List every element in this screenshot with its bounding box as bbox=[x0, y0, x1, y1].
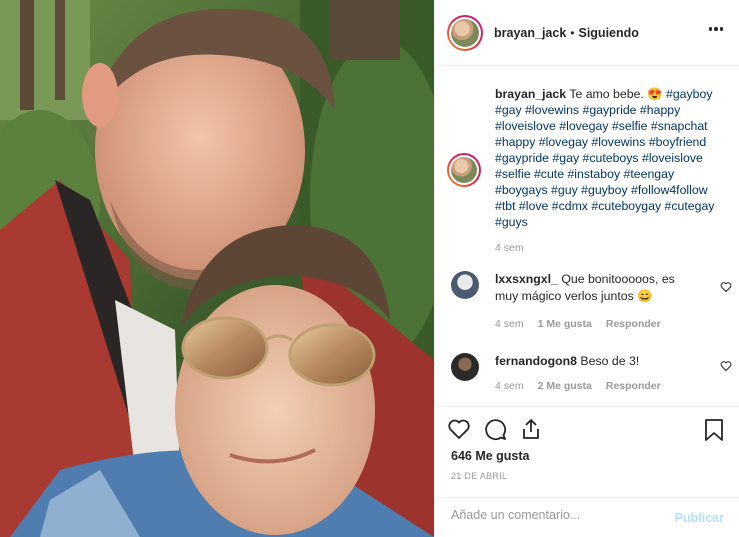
share-icon[interactable] bbox=[519, 417, 543, 441]
post-panel: brayan_jack • Siguiendo brayan_jack Te a… bbox=[434, 0, 739, 537]
post-header: brayan_jack • Siguiendo bbox=[435, 0, 739, 66]
comment-timestamp[interactable]: 4 sem bbox=[495, 380, 524, 392]
avatar-image bbox=[451, 18, 479, 47]
couple-selfie-image bbox=[0, 0, 434, 537]
reply-button[interactable]: Responder bbox=[606, 380, 661, 392]
post-username[interactable]: brayan_jack bbox=[494, 26, 566, 40]
comments-section[interactable]: brayan_jack Te amo bebe. 😍 #gayboy #gay … bbox=[435, 66, 739, 406]
comment-username[interactable]: fernandogon8 bbox=[495, 354, 577, 368]
caption-body: Te amo bebe. 😍 bbox=[569, 87, 663, 101]
heart-icon[interactable] bbox=[447, 417, 471, 441]
comment-heart-icon[interactable] bbox=[720, 360, 732, 372]
commenter-avatar[interactable] bbox=[451, 271, 479, 299]
caption-text: brayan_jack Te amo bebe. 😍 #gayboy #gay … bbox=[495, 86, 725, 230]
comment-meta: 4 sem 2 Me gusta Responder bbox=[495, 380, 661, 392]
comment-text: fernandogon8 Beso de 3! bbox=[495, 353, 695, 370]
caption-username[interactable]: brayan_jack bbox=[495, 87, 566, 101]
reply-button[interactable]: Responder bbox=[606, 318, 661, 330]
comment-likes[interactable]: 2 Me gusta bbox=[538, 380, 592, 392]
comment-heart-icon[interactable] bbox=[720, 281, 732, 293]
comment-text: lxxsxngxl_ Que bonitooooos, es muy mágic… bbox=[495, 271, 695, 305]
caption-avatar[interactable] bbox=[447, 153, 481, 187]
caption-timestamp[interactable]: 4 sem bbox=[495, 242, 524, 254]
more-horizontal-icon[interactable] bbox=[708, 27, 723, 31]
following-button[interactable]: Siguiendo bbox=[578, 26, 638, 40]
caption-avatar-image bbox=[451, 157, 477, 183]
publish-button[interactable]: Publicar bbox=[675, 511, 724, 525]
comment-body: Beso de 3! bbox=[580, 354, 640, 368]
caption-hashtags[interactable]: #gayboy #gay #lovewins #gaypride #happy … bbox=[495, 87, 714, 229]
comment-likes[interactable]: 1 Me gusta bbox=[538, 318, 592, 330]
comment-icon[interactable] bbox=[483, 417, 507, 441]
comment-input[interactable] bbox=[451, 508, 651, 522]
commenter-avatar[interactable] bbox=[451, 353, 479, 381]
comment-username[interactable]: lxxsxngxl_ bbox=[495, 272, 558, 286]
comment-timestamp[interactable]: 4 sem bbox=[495, 318, 524, 330]
likes-count[interactable]: 646 Me gusta bbox=[451, 449, 530, 463]
avatar[interactable] bbox=[447, 14, 483, 51]
separator-dot: • bbox=[570, 25, 575, 40]
comment-meta: 4 sem 1 Me gusta Responder bbox=[495, 318, 661, 330]
post-date[interactable]: 21 DE ABRIL bbox=[451, 471, 507, 481]
post-photo[interactable] bbox=[0, 0, 434, 537]
add-comment-bar: Publicar bbox=[435, 497, 739, 537]
post-actions: 646 Me gusta 21 DE ABRIL bbox=[435, 406, 739, 498]
bookmark-icon[interactable] bbox=[704, 418, 724, 442]
